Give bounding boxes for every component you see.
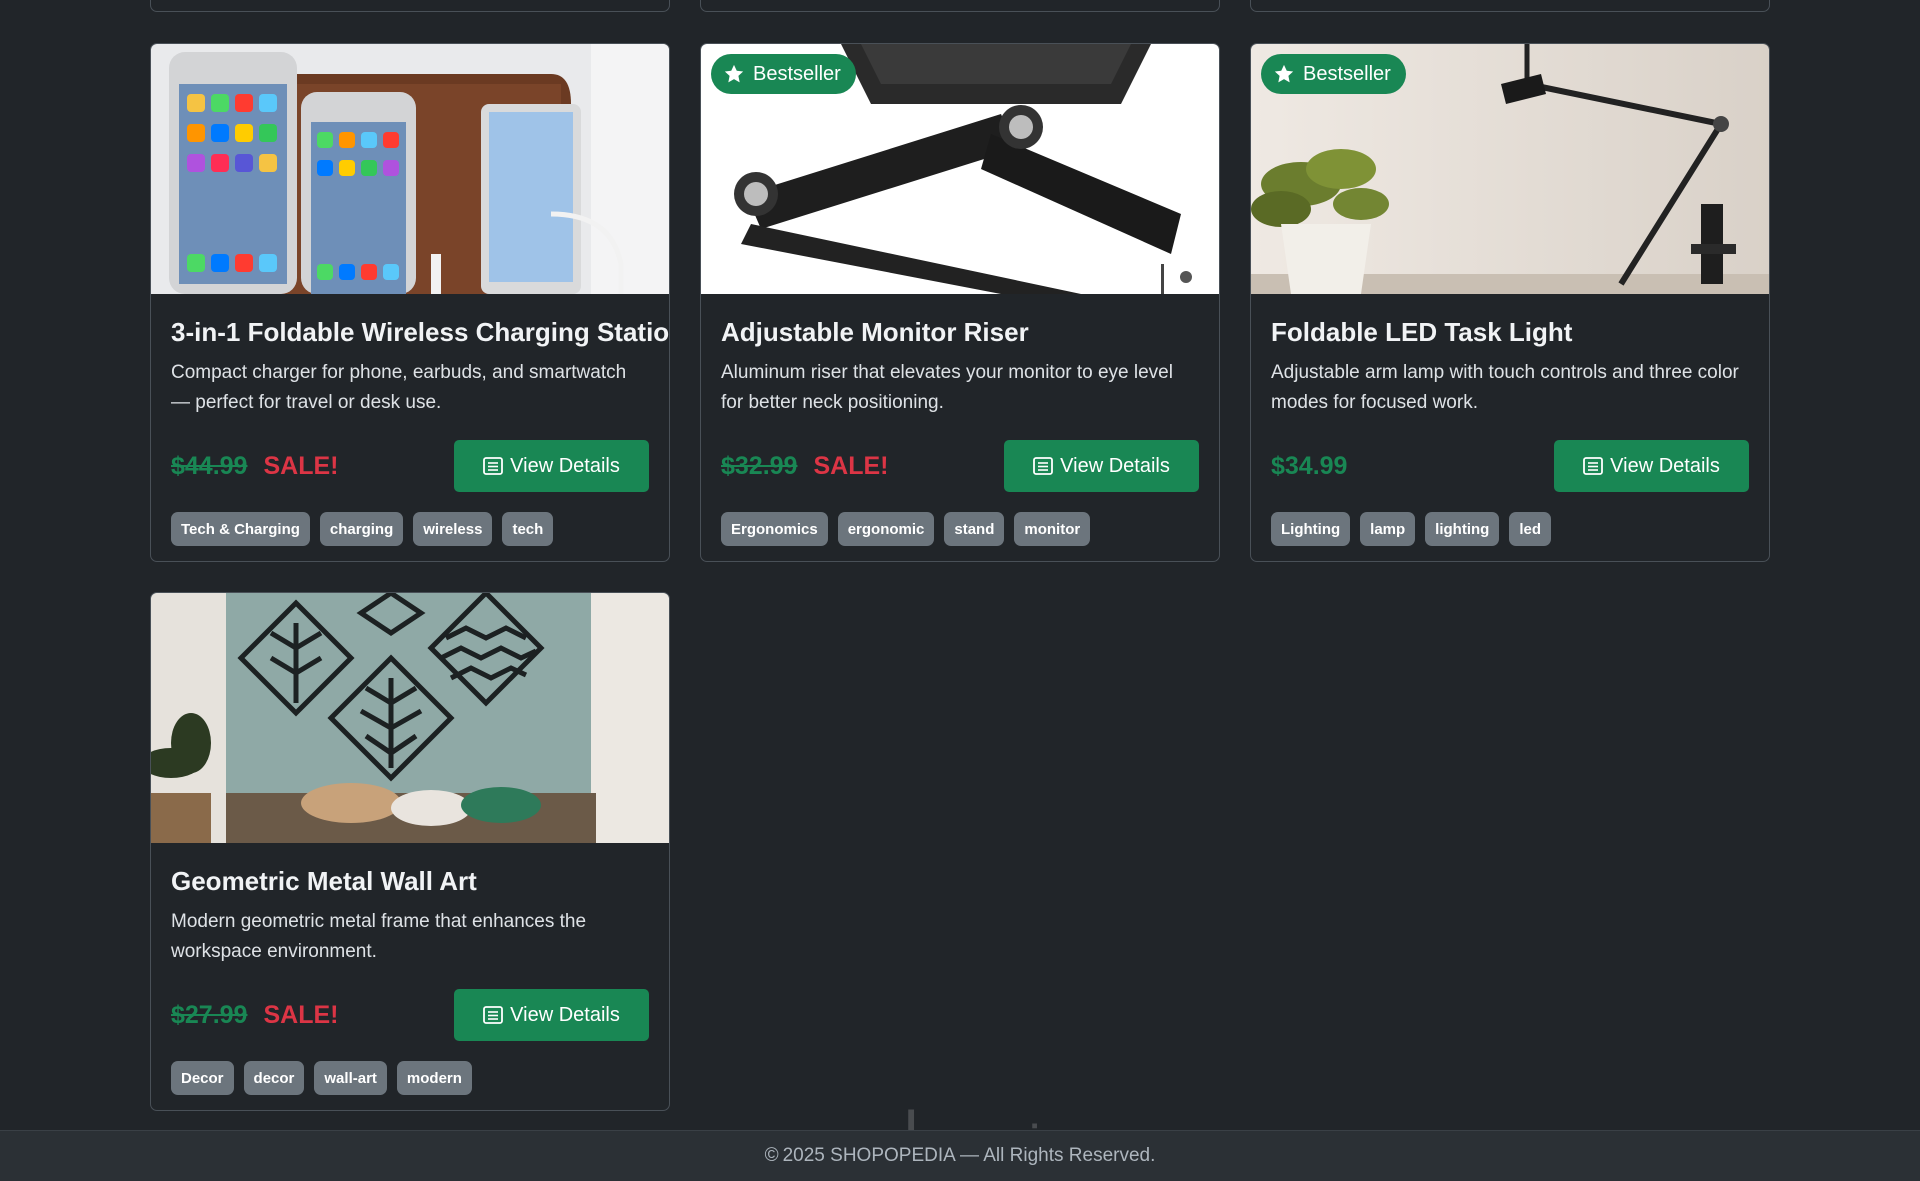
view-details-label: View Details — [1060, 454, 1170, 477]
sale-label: SALE! — [813, 451, 889, 480]
footer: © 2025 SHOPOPEDIA — All Rights Reserved. — [0, 1130, 1920, 1181]
price: $34.99 — [1271, 451, 1348, 480]
list-icon — [1583, 457, 1604, 475]
footer-text: 2025 SHOPOPEDIA — All Rights Reserved. — [782, 1145, 1156, 1166]
tag[interactable]: modern — [396, 1061, 472, 1095]
view-details-button[interactable]: View Details — [454, 440, 649, 492]
list-icon — [1033, 457, 1054, 475]
product-image[interactable]: Bestseller — [701, 44, 1219, 294]
view-details-label: View Details — [1610, 454, 1720, 477]
category-tag[interactable]: Tech & Charging — [171, 512, 310, 546]
star-icon — [724, 64, 744, 83]
tag-list: Ergonomics ergonomic stand monitor — [721, 512, 1199, 546]
product-card: Geometric Metal Wall Art Modern geometri… — [150, 592, 670, 1111]
product-image[interactable] — [151, 44, 669, 294]
product-card: Bestseller Adjustable Monitor Riser Alum… — [700, 43, 1220, 562]
product-title: Adjustable Monitor Riser — [721, 317, 1029, 347]
previous-product-card — [150, 0, 670, 12]
original-price: $27.99 — [171, 1000, 248, 1029]
previous-product-card — [700, 0, 1220, 12]
copyright-icon: © — [764, 1145, 779, 1166]
original-price: $44.99 — [171, 451, 248, 480]
product-image[interactable] — [151, 593, 669, 843]
tag[interactable]: charging — [319, 512, 404, 546]
tag[interactable]: ergonomic — [837, 512, 935, 546]
bestseller-badge: Bestseller — [711, 54, 856, 94]
product-title: 3-in-1 Foldable Wireless Charging Statio… — [171, 317, 670, 347]
list-icon — [483, 1006, 504, 1024]
bestseller-badge: Bestseller — [1261, 54, 1406, 94]
product-card: 3-in-1 Foldable Wireless Charging Statio… — [150, 43, 670, 562]
sale-label: SALE! — [263, 451, 339, 480]
view-details-button[interactable]: View Details — [1554, 440, 1749, 492]
bestseller-label: Bestseller — [753, 62, 841, 85]
product-description: Modern geometric metal frame that enhanc… — [171, 911, 587, 962]
product-listing-page: 3-in-1 Foldable Wireless Charging Statio… — [0, 0, 1920, 1181]
product-description: Compact charger for phone, earbuds, and … — [171, 362, 627, 413]
charging-station-image — [151, 44, 669, 294]
bestseller-label: Bestseller — [1303, 62, 1391, 85]
category-tag[interactable]: Lighting — [1271, 512, 1351, 546]
view-details-label: View Details — [510, 454, 620, 477]
tag[interactable]: tech — [502, 512, 554, 546]
product-card: Bestseller Foldable LED Task Light Adjus… — [1250, 43, 1770, 562]
tag[interactable]: monitor — [1014, 512, 1091, 546]
original-price: $32.99 — [721, 451, 798, 480]
product-title: Geometric Metal Wall Art — [171, 866, 477, 896]
product-description: Aluminum riser that elevates your monito… — [721, 362, 1173, 413]
star-icon — [1274, 64, 1294, 83]
product-title: Foldable LED Task Light — [1271, 317, 1573, 347]
product-image[interactable]: Bestseller — [1251, 44, 1769, 294]
tag[interactable]: led — [1509, 512, 1552, 546]
tag-list: Lighting lamp lighting led — [1271, 512, 1749, 546]
tag[interactable]: wireless — [413, 512, 493, 546]
tag-list: Tech & Charging charging wireless tech — [171, 512, 649, 546]
tag[interactable]: lamp — [1360, 512, 1416, 546]
tag[interactable]: wall-art — [314, 1061, 387, 1095]
view-details-button[interactable]: View Details — [454, 989, 649, 1041]
tag[interactable]: stand — [944, 512, 1005, 546]
wall-art-image — [151, 593, 669, 843]
category-tag[interactable]: Ergonomics — [721, 512, 828, 546]
tag[interactable]: decor — [243, 1061, 305, 1095]
previous-product-card — [1250, 0, 1770, 12]
list-icon — [483, 457, 504, 475]
category-tag[interactable]: Decor — [171, 1061, 234, 1095]
tag-list: Decor decor wall-art modern — [171, 1061, 649, 1095]
tag[interactable]: lighting — [1425, 512, 1500, 546]
view-details-label: View Details — [510, 1003, 620, 1026]
product-description: Adjustable arm lamp with touch controls … — [1271, 362, 1739, 413]
sale-label: SALE! — [263, 1000, 339, 1029]
view-details-button[interactable]: View Details — [1004, 440, 1199, 492]
